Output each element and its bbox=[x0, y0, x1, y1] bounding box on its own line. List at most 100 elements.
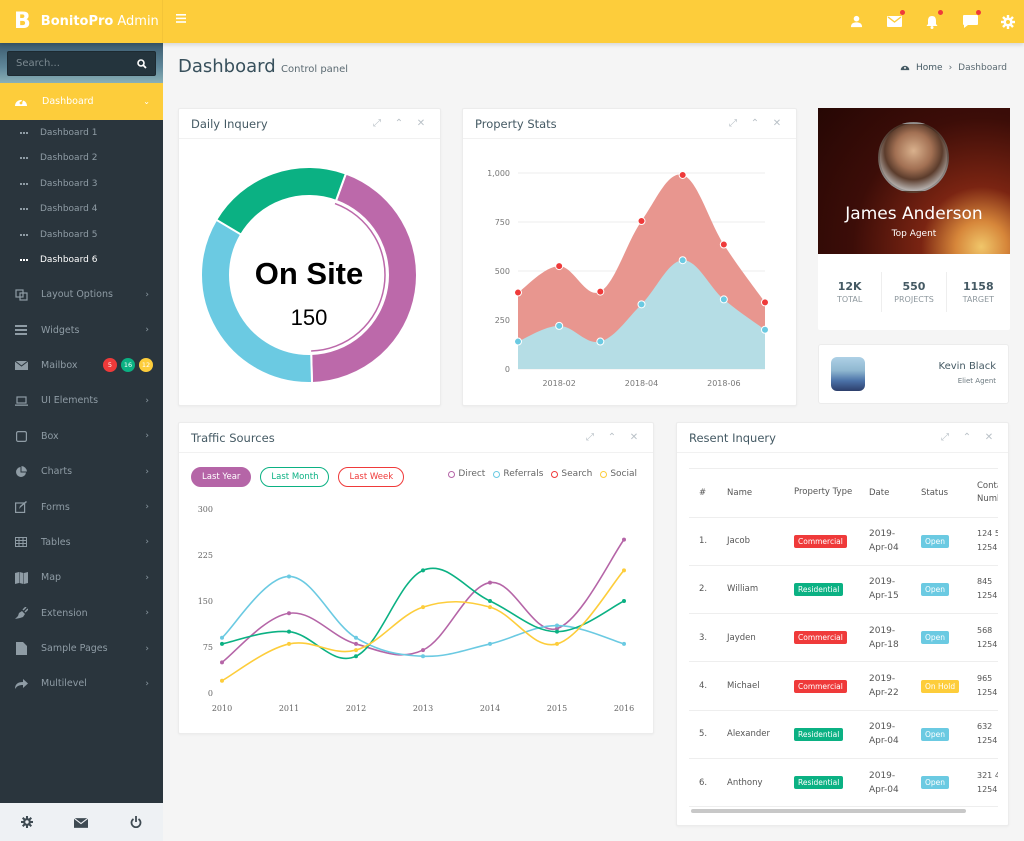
close-icon[interactable]: ✕ bbox=[416, 118, 426, 129]
data-point[interactable] bbox=[622, 537, 626, 542]
collapse-icon[interactable]: ⌃ bbox=[750, 118, 760, 129]
filter-last-month[interactable]: Last Month bbox=[260, 467, 330, 487]
data-point[interactable] bbox=[637, 217, 646, 226]
search-icon[interactable] bbox=[137, 54, 147, 73]
data-point[interactable] bbox=[220, 635, 224, 640]
sidebar-item-dashboard[interactable]: Dashboard ⌄ bbox=[0, 83, 163, 120]
data-point[interactable] bbox=[354, 635, 358, 640]
data-point[interactable] bbox=[761, 325, 769, 334]
sidebar-item-ui-elements[interactable]: UI Elements › bbox=[0, 383, 163, 418]
data-point[interactable] bbox=[678, 170, 687, 179]
table-row[interactable]: 3. Jayden Commercial 2019- Apr-18 Open 568 1254 bbox=[689, 614, 998, 662]
data-point[interactable] bbox=[555, 262, 564, 271]
data-point[interactable] bbox=[220, 678, 224, 683]
data-point[interactable] bbox=[287, 611, 291, 616]
data-point[interactable] bbox=[287, 574, 291, 579]
filter-last-week[interactable]: Last Week bbox=[338, 467, 405, 487]
data-point[interactable] bbox=[287, 629, 291, 634]
data-point[interactable] bbox=[421, 654, 425, 659]
data-point[interactable] bbox=[421, 648, 425, 653]
data-point[interactable] bbox=[596, 337, 605, 346]
data-point[interactable] bbox=[354, 641, 358, 646]
menu-toggle-icon[interactable] bbox=[176, 14, 186, 24]
legend-search[interactable]: Search bbox=[551, 469, 592, 479]
agent-card[interactable]: Kevin Black Eliet Agent bbox=[818, 344, 1009, 404]
table-row[interactable]: 1. Jacob Commercial 2019- Apr-04 Open 124 5 125… bbox=[689, 517, 998, 566]
submenu-item-dashboard-2[interactable]: Dashboard 2 bbox=[0, 146, 163, 172]
data-point[interactable] bbox=[596, 287, 605, 296]
sidebar-item-extension[interactable]: Extension › bbox=[0, 596, 163, 631]
table-row[interactable]: 6. Anthony Residential 2019- Apr-04 Open 321 4… bbox=[689, 758, 998, 807]
submenu-item-dashboard-6[interactable]: Dashboard 6 bbox=[0, 248, 163, 274]
sidebar-item-tables[interactable]: Tables › bbox=[0, 525, 163, 560]
search-input[interactable] bbox=[16, 58, 116, 69]
submenu-item-dashboard-3[interactable]: Dashboard 3 bbox=[0, 171, 163, 197]
data-point[interactable] bbox=[488, 599, 492, 603]
expand-icon[interactable]: ⤢ bbox=[728, 118, 738, 129]
collapse-icon[interactable]: ⌃ bbox=[394, 118, 404, 129]
expand-icon[interactable]: ⤢ bbox=[372, 118, 382, 129]
submenu-item-dashboard-1[interactable]: Dashboard 1 bbox=[0, 120, 163, 146]
power-icon[interactable] bbox=[130, 813, 142, 832]
data-point[interactable] bbox=[761, 298, 769, 307]
data-point[interactable] bbox=[488, 641, 492, 646]
horizontal-scrollbar[interactable] bbox=[691, 809, 966, 813]
data-point[interactable] bbox=[220, 641, 224, 646]
submenu-item-dashboard-4[interactable]: Dashboard 4 bbox=[0, 197, 163, 223]
sidebar-item-mailbox[interactable]: Mailbox 5 16 12 bbox=[0, 348, 163, 383]
table-row[interactable]: 4. Michael Commercial 2019- Apr-22 On Hold 965… bbox=[689, 662, 998, 711]
data-point[interactable] bbox=[719, 240, 728, 249]
data-point[interactable] bbox=[622, 599, 626, 603]
chat-icon[interactable] bbox=[962, 9, 981, 30]
data-point[interactable] bbox=[555, 641, 559, 646]
data-point[interactable] bbox=[555, 623, 559, 628]
settings-icon[interactable] bbox=[20, 813, 33, 832]
bell-icon[interactable] bbox=[924, 9, 943, 30]
table-row[interactable]: 5. Alexander Residential 2019- Apr-04 Open 632… bbox=[689, 710, 998, 759]
data-point[interactable] bbox=[514, 288, 522, 297]
close-icon[interactable]: ✕ bbox=[984, 432, 994, 443]
mail-icon[interactable] bbox=[886, 9, 905, 30]
data-point[interactable] bbox=[555, 629, 559, 634]
sidebar-item-forms[interactable]: Forms › bbox=[0, 489, 163, 524]
sidebar-item-layout-options[interactable]: Layout Options › bbox=[0, 277, 163, 312]
data-point[interactable] bbox=[622, 641, 626, 646]
collapse-icon[interactable]: ⌃ bbox=[962, 432, 972, 443]
legend-social[interactable]: Social bbox=[600, 469, 637, 479]
data-point[interactable] bbox=[637, 300, 646, 309]
data-point[interactable] bbox=[421, 605, 425, 610]
data-point[interactable] bbox=[354, 648, 358, 653]
data-point[interactable] bbox=[622, 568, 626, 573]
data-point[interactable] bbox=[719, 295, 728, 304]
sidebar-item-box[interactable]: Box › bbox=[0, 419, 163, 454]
data-point[interactable] bbox=[488, 580, 492, 585]
brand-logo[interactable]: B BonitoPro Admin bbox=[0, 0, 163, 43]
data-point[interactable] bbox=[354, 654, 358, 659]
close-icon[interactable]: ✕ bbox=[772, 118, 782, 129]
breadcrumb-home[interactable]: Home bbox=[916, 63, 943, 73]
data-point[interactable] bbox=[678, 256, 687, 265]
close-icon[interactable]: ✕ bbox=[629, 432, 639, 443]
legend-referrals[interactable]: Referrals bbox=[493, 469, 543, 479]
sidebar-item-widgets[interactable]: Widgets › bbox=[0, 312, 163, 347]
submenu-item-dashboard-5[interactable]: Dashboard 5 bbox=[0, 222, 163, 248]
data-point[interactable] bbox=[287, 641, 291, 646]
data-point[interactable] bbox=[514, 337, 522, 346]
sidebar-item-sample-pages[interactable]: Sample Pages › bbox=[0, 631, 163, 666]
collapse-icon[interactable]: ⌃ bbox=[607, 432, 617, 443]
expand-icon[interactable]: ⤢ bbox=[940, 432, 950, 443]
donut-slice[interactable] bbox=[200, 218, 314, 384]
data-point[interactable] bbox=[220, 660, 224, 665]
gear-icon[interactable] bbox=[1000, 14, 1016, 30]
avatar[interactable] bbox=[878, 122, 949, 193]
table-row[interactable]: 2. William Residential 2019- Apr-15 Open 845 12… bbox=[689, 565, 998, 614]
sidebar-item-map[interactable]: Map › bbox=[0, 560, 163, 595]
data-point[interactable] bbox=[488, 605, 492, 610]
donut-slice[interactable] bbox=[214, 166, 348, 236]
expand-icon[interactable]: ⤢ bbox=[585, 432, 595, 443]
filter-last-year[interactable]: Last Year bbox=[191, 467, 252, 487]
sidebar-item-multilevel[interactable]: Multilevel › bbox=[0, 666, 163, 701]
data-point[interactable] bbox=[555, 321, 564, 330]
user-icon[interactable] bbox=[848, 14, 864, 30]
data-point[interactable] bbox=[421, 568, 425, 573]
